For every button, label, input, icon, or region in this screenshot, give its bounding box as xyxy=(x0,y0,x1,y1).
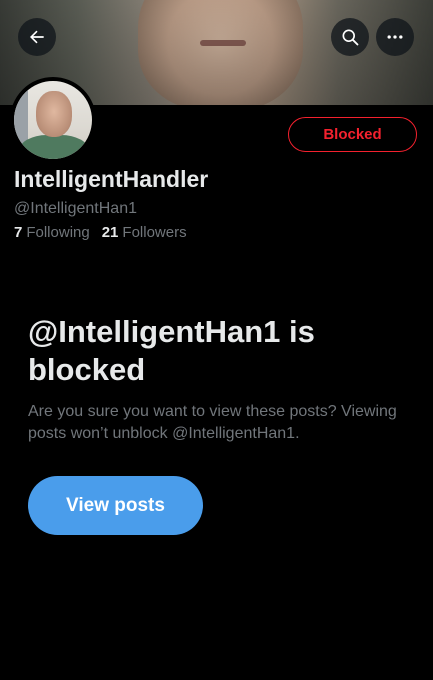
more-options-button[interactable] xyxy=(376,18,414,56)
avatar[interactable] xyxy=(10,77,96,163)
following-label: Following xyxy=(26,224,90,241)
blocked-description: Are you sure you want to view these post… xyxy=(28,403,397,442)
followers-label: Followers xyxy=(122,224,187,241)
following-count: 7 xyxy=(14,224,23,241)
search-icon xyxy=(342,29,359,46)
followers-link[interactable]: 21 Followers xyxy=(102,224,187,241)
following-link[interactable]: 7 Following xyxy=(14,224,90,241)
blocked-button[interactable]: Blocked xyxy=(288,117,417,152)
blocked-title: @IntelligentHan1 is blocked xyxy=(28,314,315,387)
search-button[interactable] xyxy=(331,18,369,56)
back-button[interactable] xyxy=(18,18,56,56)
user-handle: @IntelligentHan1 xyxy=(14,200,137,217)
more-horizontal-icon xyxy=(387,35,403,39)
followers-count: 21 xyxy=(101,224,119,241)
arrow-left-icon xyxy=(30,30,44,44)
follow-stats: 7 Following 21 Followers xyxy=(14,224,187,241)
display-name: IntelligentHandler xyxy=(14,166,209,192)
view-posts-button[interactable]: View posts xyxy=(28,476,203,535)
